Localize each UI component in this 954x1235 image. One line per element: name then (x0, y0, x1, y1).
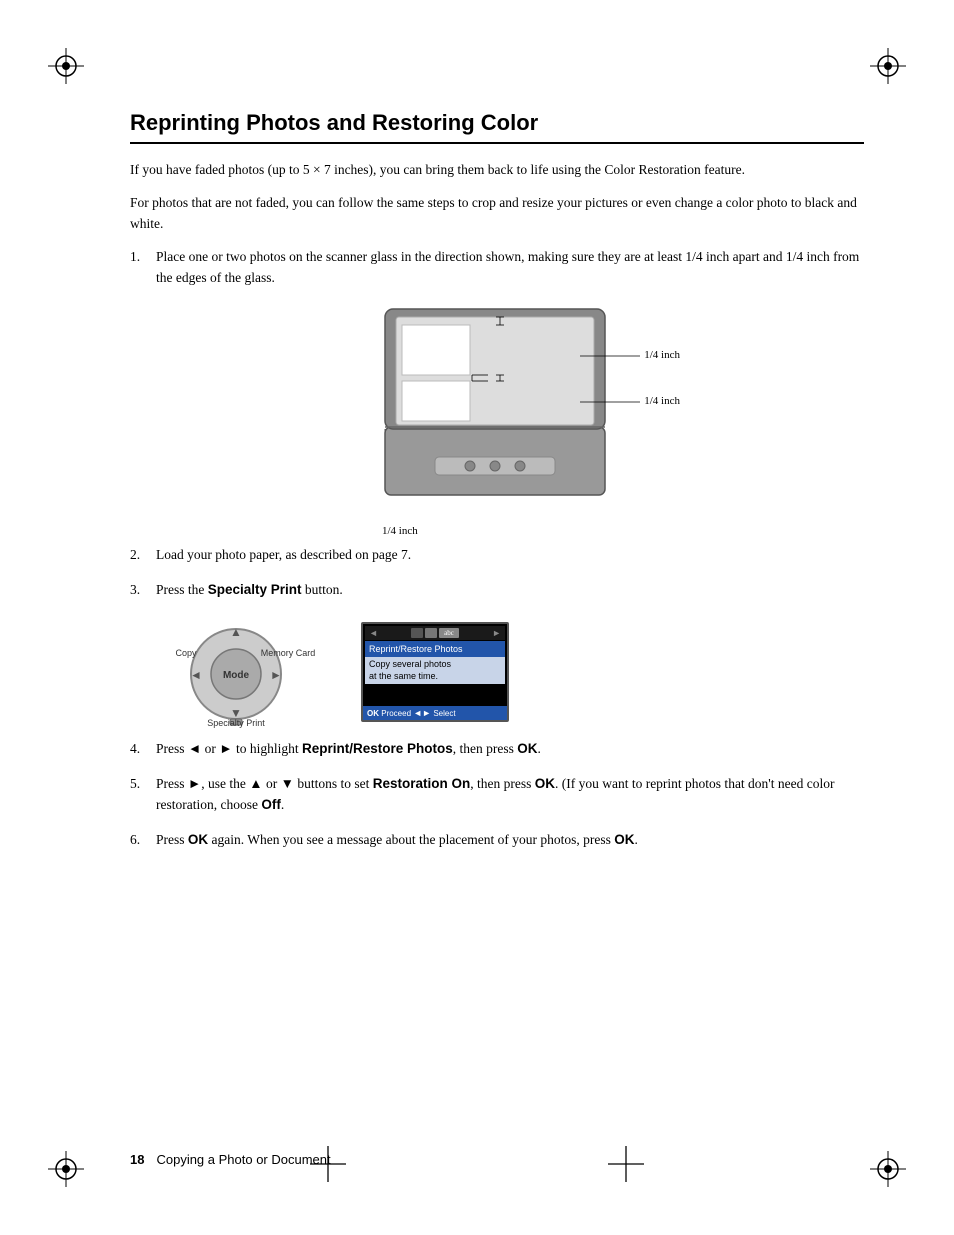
step-1-text: Place one or two photos on the scanner g… (156, 247, 864, 289)
step-5-number: 5. (130, 774, 156, 816)
lcd-menu-item-2-line1: Copy several photos (369, 659, 501, 671)
step-4-ok: OK (517, 741, 537, 756)
step-3-number: 3. (130, 580, 156, 601)
corner-mark-tl (48, 48, 84, 84)
step-5-off: Off (261, 797, 281, 812)
lcd-bottom-bar: OK Proceed ◄► Select (363, 706, 507, 720)
step-3: 3. Press the Specialty Print button. (130, 580, 864, 601)
lcd-screen: ◄ abc ► Reprint/Restore Photos Copy seve… (361, 622, 509, 722)
intro-paragraph-2: For photos that are not faded, you can f… (130, 193, 864, 235)
step-5-text: Press ►, use the ▲ or ▼ buttons to set R… (156, 774, 864, 816)
step-4-number: 4. (130, 739, 156, 760)
lcd-photo-icon (411, 628, 423, 638)
lcd-text-icon: abc (439, 628, 459, 638)
lcd-proceed-label: Proceed (381, 709, 413, 718)
controls-figure: Mode ▲ ▼ ◄ ► Copy Memory Card Specialty … (156, 614, 864, 729)
step-1-number: 1. (130, 247, 156, 289)
lcd-copy-icon (425, 628, 437, 638)
lcd-left-arrow-icon: ◄ (369, 628, 378, 638)
corner-mark-tr (870, 48, 906, 84)
step-2-number: 2. (130, 545, 156, 566)
step-6-ok2: OK (614, 832, 634, 847)
corner-mark-br (870, 1151, 906, 1187)
svg-text:▲: ▲ (230, 625, 242, 639)
lcd-menu-item-2: Copy several photos at the same time. (365, 657, 505, 684)
lcd-select-label: Select (433, 709, 455, 718)
dim-label-2: 1/4 inch (644, 395, 680, 407)
lcd-menu-item-1: Reprint/Restore Photos (365, 641, 505, 657)
mode-dial-wrapper: Mode ▲ ▼ ◄ ► Copy Memory Card Specialty … (156, 614, 331, 729)
intro-paragraph-1: If you have faded photos (up to 5 × 7 in… (130, 160, 864, 181)
step-6-number: 6. (130, 830, 156, 851)
lcd-ok-label: OK (367, 709, 379, 718)
svg-text:◄: ◄ (190, 668, 202, 682)
scanner-illustration (380, 307, 610, 517)
step-2: 2. Load your photo paper, as described o… (130, 545, 864, 566)
step-3-text: Press the Specialty Print button. (156, 580, 864, 601)
step-3-bold: Specialty Print (208, 582, 302, 597)
svg-text:Mode: Mode (223, 670, 250, 681)
step-4-highlight: Reprint/Restore Photos (302, 741, 453, 756)
main-content: Reprinting Photos and Restoring Color If… (130, 110, 864, 1135)
dim-label-3: 1/4 inch (382, 525, 418, 537)
svg-text:►: ► (270, 668, 282, 682)
step-6-ok1: OK (188, 832, 208, 847)
scanner-figure: 1/4 inch 1/4 inch 1/4 inch (156, 307, 864, 537)
svg-text:Memory Card: Memory Card (261, 648, 316, 658)
step-1: 1. Place one or two photos on the scanne… (130, 247, 864, 289)
page-title: Reprinting Photos and Restoring Color (130, 110, 864, 144)
mode-dial-svg: Mode ▲ ▼ ◄ ► Copy Memory Card Specialty … (156, 614, 331, 729)
page-footer: 18 Copying a Photo or Document (130, 1152, 864, 1167)
step-4: 4. Press ◄ or ► to highlight Reprint/Res… (130, 739, 864, 760)
step-4-text: Press ◄ or ► to highlight Reprint/Restor… (156, 739, 864, 760)
step-6: 6. Press OK again. When you see a messag… (130, 830, 864, 851)
step-5: 5. Press ►, use the ▲ or ▼ buttons to se… (130, 774, 864, 816)
dim-label-1: 1/4 inch (644, 349, 680, 361)
svg-text:Copy: Copy (175, 648, 197, 658)
lcd-right-arrow-icon: ► (492, 628, 501, 638)
footer-text: Copying a Photo or Document (156, 1152, 330, 1167)
step-6-text: Press OK again. When you see a message a… (156, 830, 864, 851)
step-5-ok: OK (535, 776, 555, 791)
lcd-menu-item-2-line2: at the same time. (369, 671, 501, 683)
lcd-icon-row: ◄ abc ► (365, 626, 505, 640)
lcd-arrows-label: ◄► (413, 708, 431, 718)
step-5-restoration: Restoration On (373, 776, 471, 791)
step-2-text: Load your photo paper, as described on p… (156, 545, 864, 566)
footer-page-number: 18 (130, 1152, 144, 1167)
svg-text:Specialty Print: Specialty Print (207, 718, 265, 728)
corner-mark-bl (48, 1151, 84, 1187)
